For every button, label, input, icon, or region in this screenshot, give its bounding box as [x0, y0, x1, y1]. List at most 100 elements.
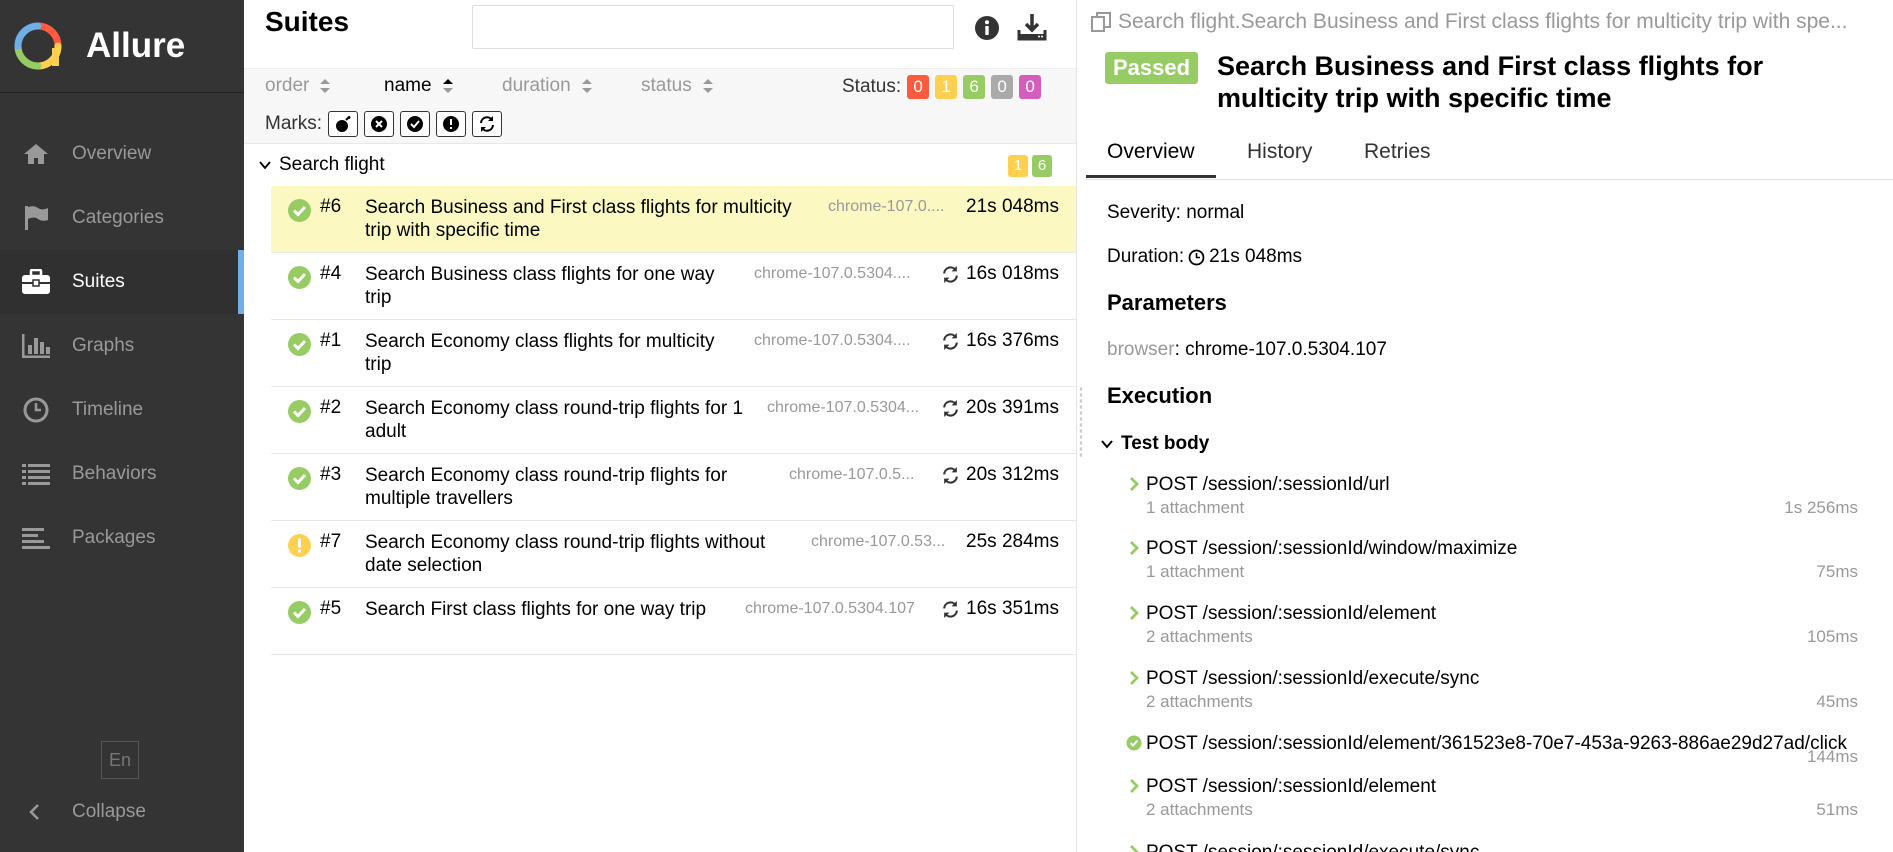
test-name-line1: Search First class flights for one way t…: [365, 599, 707, 620]
test-parameter: chrome-107.0.5304...: [767, 399, 920, 416]
test-row[interactable]: #3 Search Economy class round-trip flight…: [271, 454, 1076, 521]
sidebar-nav: Overview Categories Suites Graphs Timeli…: [0, 122, 244, 570]
sidebar-item-categories[interactable]: Categories: [0, 186, 244, 250]
test-duration-value: 16s 018ms: [966, 263, 1059, 284]
sidebar-item-graphs[interactable]: Graphs: [0, 314, 244, 378]
mark-new-passed-button[interactable]: [400, 111, 430, 137]
tab-overview[interactable]: Overview: [1086, 140, 1215, 178]
test-duration-value: 20s 391ms: [966, 397, 1059, 418]
sort-duration-label: duration: [502, 75, 571, 96]
test-duration: 25s 284ms: [966, 531, 1059, 553]
test-body-toggle[interactable]: Test body: [1100, 433, 1209, 455]
test-row[interactable]: #7 Search Economy class round-trip flight…: [271, 521, 1076, 588]
chevron-down-icon: [259, 161, 271, 170]
sort-order[interactable]: order: [265, 75, 331, 97]
sidebar-item-packages[interactable]: Packages: [0, 506, 244, 570]
search-input[interactable]: [472, 5, 954, 49]
info-icon[interactable]: [974, 15, 1000, 41]
step-attachments: 2 attachments: [1146, 627, 1253, 646]
test-name-line2: trip with specific time: [365, 220, 541, 241]
marks-filter: Marks:: [265, 111, 502, 137]
parameter-browser: browser: chrome-107.0.5304.107: [1107, 339, 1387, 361]
test-name: Search Economy class flights for multici…: [365, 330, 745, 376]
test-name: Search Economy class round-trip flights …: [365, 531, 805, 577]
test-row[interactable]: #1 Search Economy class flights for multi…: [271, 320, 1076, 387]
download-icon[interactable]: [1017, 12, 1047, 42]
pane-splitter[interactable]: [1076, 0, 1086, 852]
test-duration: 21s 048ms: [966, 196, 1059, 218]
home-icon: [21, 139, 51, 169]
status-failed-badge[interactable]: 0: [907, 75, 930, 99]
test-title: Search Business and First class flights …: [1217, 51, 1764, 113]
duration: Duration: 21s 048ms: [1107, 246, 1302, 268]
test-parameter: chrome-107.0.53...: [811, 533, 946, 550]
mark-new-broken-button[interactable]: [436, 111, 466, 137]
test-row[interactable]: #6 Search Business and First class flight…: [271, 186, 1076, 253]
suites-header: Suites: [244, 0, 1076, 68]
chevron-down-icon: [1101, 440, 1113, 449]
sort-status[interactable]: status: [641, 75, 714, 97]
brand[interactable]: Allure: [0, 0, 244, 93]
refresh-icon: [943, 466, 958, 484]
test-list: #6 Search Business and First class flight…: [271, 186, 1076, 655]
test-duration: 16s 376ms: [941, 330, 1059, 352]
status-unknown-badge[interactable]: 0: [1019, 75, 1042, 99]
align-left-icon: [21, 523, 51, 553]
status-filter-label: Status:: [842, 76, 902, 97]
mark-flaky-button[interactable]: [328, 111, 358, 137]
sort-asc-icon: [442, 79, 453, 93]
test-duration-value: 21s 048ms: [966, 196, 1059, 217]
sort-order-label: order: [265, 75, 310, 96]
step-duration: 45ms: [1816, 692, 1858, 711]
sidebar-item-label: Suites: [72, 271, 125, 292]
sidebar-item-suites[interactable]: Suites: [0, 250, 244, 314]
test-row[interactable]: #5 Search First class flights for one way…: [271, 588, 1076, 655]
sort-duration[interactable]: duration: [502, 75, 593, 97]
test-duration: 16s 351ms: [941, 598, 1059, 620]
status-passed-badge[interactable]: 6: [963, 75, 986, 99]
step-attachments: 2 attachments: [1146, 692, 1253, 711]
step-name: POST /session/:sessionId/element/361523e…: [1146, 733, 1848, 754]
tab-retries[interactable]: Retries: [1364, 140, 1431, 164]
collapse-label: Collapse: [72, 801, 146, 822]
sidebar-item-label: Packages: [72, 527, 156, 548]
test-duration-value: 16s 376ms: [966, 330, 1059, 351]
step-duration: 75ms: [1816, 562, 1858, 581]
exclamation-circle-icon: [288, 534, 311, 557]
suite-group-row[interactable]: Search flight 1 6: [244, 145, 1076, 185]
sidebar: Allure Overview Categories Suites Graphs…: [0, 0, 244, 852]
test-number: #6: [320, 196, 342, 217]
language-button[interactable]: En: [101, 741, 139, 779]
sidebar-item-timeline[interactable]: Timeline: [0, 378, 244, 442]
allure-report-app: Allure Overview Categories Suites Graphs…: [0, 0, 1893, 852]
briefcase-icon: [21, 267, 51, 297]
test-row[interactable]: #4 Search Business class flights for one …: [271, 253, 1076, 320]
chevron-left-icon: [29, 804, 39, 820]
splitter-grip[interactable]: [1079, 386, 1083, 458]
group-broken-count: 1: [1008, 155, 1028, 177]
test-name-line2: multiple travellers: [365, 488, 513, 509]
sidebar-item-behaviors[interactable]: Behaviors: [0, 442, 244, 506]
tab-history[interactable]: History: [1247, 140, 1312, 164]
test-name: Search Economy class round-trip flights …: [365, 397, 785, 443]
collapse-button[interactable]: Collapse: [0, 793, 244, 831]
mark-retries-button[interactable]: [472, 111, 502, 137]
mark-new-failed-button[interactable]: [364, 111, 394, 137]
sidebar-item-label: Overview: [72, 143, 152, 164]
copy-icon[interactable]: [1090, 11, 1112, 33]
test-name-line2: trip: [365, 287, 392, 308]
severity: Severity: normal: [1107, 202, 1245, 223]
test-row[interactable]: #2 Search Economy class round-trip flight…: [271, 387, 1076, 454]
status-broken-badge[interactable]: 1: [935, 75, 958, 99]
sort-name[interactable]: name: [384, 75, 454, 97]
status-skipped-badge[interactable]: 0: [991, 75, 1014, 99]
sidebar-item-overview[interactable]: Overview: [0, 122, 244, 186]
execution-heading: Execution: [1107, 383, 1213, 408]
test-name-line2: trip: [365, 354, 392, 375]
chevron-right-icon: [1130, 845, 1139, 852]
test-name: Search Business class flights for one wa…: [365, 263, 745, 309]
sidebar-item-label: Behaviors: [72, 463, 157, 484]
sidebar-item-label: Timeline: [72, 399, 144, 420]
brand-name: Allure: [86, 26, 186, 65]
suites-pane: Suites order name duration status Status…: [244, 0, 1076, 852]
